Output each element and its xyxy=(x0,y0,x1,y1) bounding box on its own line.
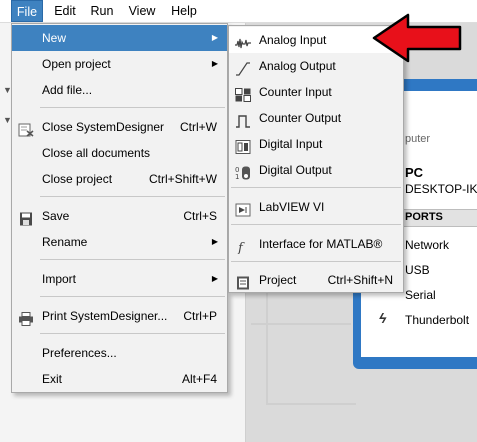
close-doc-icon xyxy=(18,120,34,137)
menu-item-print[interactable]: Print SystemDesigner... Ctrl+P xyxy=(12,303,227,329)
menu-separator xyxy=(40,333,225,334)
menu-item-rename[interactable]: Rename ▶ xyxy=(12,229,227,255)
menu-item-new[interactable]: New ▶ xyxy=(12,25,227,51)
menu-separator xyxy=(40,107,225,108)
digital-output-icon: 01 xyxy=(235,163,251,181)
host-name: DESKTOP-IK xyxy=(405,182,477,196)
submenu-item-project[interactable]: Project Ctrl+Shift+N xyxy=(229,267,403,293)
pc-label: PC xyxy=(405,165,424,180)
submenu-arrow-icon: ▶ xyxy=(211,33,218,42)
menu-separator xyxy=(231,261,401,262)
menu-item-preferences[interactable]: Preferences... xyxy=(12,340,227,366)
port-item[interactable]: Thunderbolt xyxy=(405,313,469,327)
counter-output-icon xyxy=(235,111,251,128)
submenu-arrow-icon: ▶ xyxy=(211,274,218,283)
submenu-item-digital-output[interactable]: 01 Digital Output xyxy=(229,157,403,183)
menu-view[interactable]: View xyxy=(122,0,162,22)
menu-item-close-systemdesigner[interactable]: Close SystemDesigner Ctrl+W xyxy=(12,114,227,140)
submenu-item-labview-vi[interactable]: LabVIEW VI xyxy=(229,194,403,220)
menu-item-open-project[interactable]: Open project ▶ xyxy=(12,51,227,77)
menu-separator xyxy=(40,259,225,260)
menu-help[interactable]: Help xyxy=(165,0,203,22)
save-icon xyxy=(18,209,34,226)
print-icon xyxy=(18,309,34,326)
menu-separator xyxy=(40,296,225,297)
project-icon xyxy=(235,273,251,290)
submenu-arrow-icon: ▶ xyxy=(211,237,218,246)
panel-header-text: puter xyxy=(405,133,431,145)
port-item[interactable]: USB xyxy=(405,263,430,277)
file-menu: New ▶ Open project ▶ Add file... Close S… xyxy=(11,23,228,393)
submenu-arrow-icon: ▶ xyxy=(211,59,218,68)
menu-item-import[interactable]: Import ▶ xyxy=(12,266,227,292)
submenu-item-matlab[interactable]: f Interface for MATLAB® xyxy=(229,231,403,257)
svg-text:f: f xyxy=(237,241,245,254)
port-item[interactable]: Serial xyxy=(405,288,436,302)
submenu-item-counter-input[interactable]: Counter Input xyxy=(229,79,403,105)
analog-output-icon xyxy=(235,59,251,76)
new-submenu: Analog Input Analog Output Counter Input… xyxy=(228,25,404,293)
menu-separator xyxy=(40,196,225,197)
labview-vi-icon xyxy=(235,200,251,217)
port-item[interactable]: Network xyxy=(405,238,449,252)
red-annotation-arrow-icon xyxy=(372,13,462,63)
menu-item-add-file[interactable]: Add file... xyxy=(12,77,227,103)
submenu-item-counter-output[interactable]: Counter Output xyxy=(229,105,403,131)
menu-item-close-project[interactable]: Close project Ctrl+Shift+W xyxy=(12,166,227,192)
counter-input-icon xyxy=(235,85,251,102)
menu-separator xyxy=(231,224,401,225)
analog-input-icon xyxy=(235,33,251,49)
submenu-item-digital-input[interactable]: Digital Input xyxy=(229,131,403,157)
menu-separator xyxy=(231,187,401,188)
thunderbolt-icon: ϟ xyxy=(379,310,387,326)
menu-item-save[interactable]: Save Ctrl+S xyxy=(12,203,227,229)
svg-text:1: 1 xyxy=(235,173,239,180)
menu-item-exit[interactable]: Exit Alt+F4 xyxy=(12,366,227,392)
menu-file[interactable]: File xyxy=(11,0,43,22)
digital-input-icon xyxy=(235,137,251,154)
menu-item-close-all-documents[interactable]: Close all documents xyxy=(12,140,227,166)
menu-edit[interactable]: Edit xyxy=(48,0,82,22)
menu-run[interactable]: Run xyxy=(84,0,120,22)
matlab-icon: f xyxy=(235,237,251,256)
